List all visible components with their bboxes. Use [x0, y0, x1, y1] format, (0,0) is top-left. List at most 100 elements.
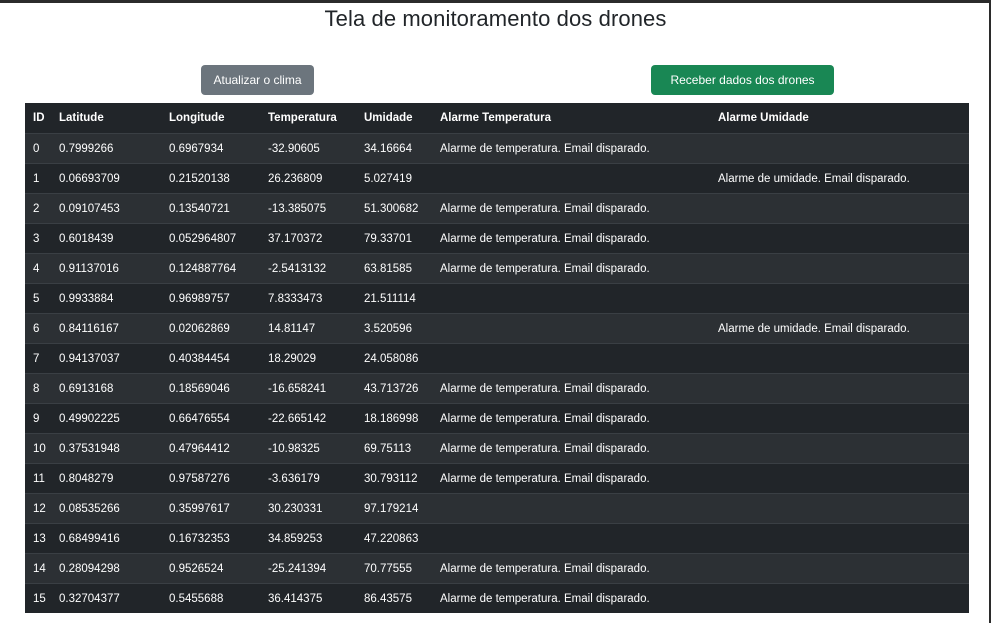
cell-humidity-alarm [710, 433, 969, 464]
cell-humidity-alarm: Alarme de umidade. Email disparado. [710, 163, 969, 194]
cell-temperature: 26.236809 [260, 163, 356, 194]
cell-longitude: 0.97587276 [161, 463, 260, 494]
cell-humidity-alarm [710, 583, 969, 613]
cell-latitude: 0.32704377 [51, 583, 161, 613]
cell-temperature-alarm: Alarme de temperatura. Email disparado. [432, 433, 710, 464]
header-latitude: Latitude [51, 103, 161, 134]
cell-humidity: 21.511114 [356, 283, 432, 314]
cell-humidity-alarm [710, 133, 969, 164]
cell-temperature: 30.230331 [260, 493, 356, 524]
cell-humidity-alarm: Alarme de umidade. Email disparado. [710, 313, 969, 344]
cell-temperature: -22.665142 [260, 403, 356, 434]
header-row: ID Latitude Longitude Temperatura Umidad… [25, 103, 969, 134]
top-border [0, 0, 991, 3]
table-row: 15 0.32704377 0.5455688 36.414375 86.43575 Al… [25, 583, 969, 613]
table-row: 3 0.6018439 0.052964807 37.170372 79.33701 Al… [25, 223, 969, 254]
header-id: ID [25, 103, 51, 134]
cell-longitude: 0.66476554 [161, 403, 260, 434]
cell-longitude: 0.47964412 [161, 433, 260, 464]
cell-temperature-alarm: Alarme de temperatura. Email disparado. [432, 223, 710, 254]
header-temperature-alarm: Alarme Temperatura [432, 103, 710, 134]
cell-longitude: 0.9526524 [161, 553, 260, 584]
cell-longitude: 0.96989757 [161, 283, 260, 314]
cell-humidity: 30.793112 [356, 463, 432, 494]
cell-temperature-alarm [432, 163, 710, 194]
cell-latitude: 0.84116167 [51, 313, 161, 344]
cell-humidity-alarm [710, 403, 969, 434]
cell-id: 14 [25, 553, 51, 584]
cell-humidity-alarm [710, 523, 969, 554]
cell-humidity-alarm [710, 343, 969, 374]
cell-temperature-alarm: Alarme de temperatura. Email disparado. [432, 463, 710, 494]
drone-table-container: ID Latitude Longitude Temperatura Umidad… [25, 103, 969, 613]
receive-drone-data-button[interactable]: Receber dados dos drones [651, 65, 834, 95]
cell-temperature-alarm [432, 523, 710, 554]
cell-id: 13 [25, 523, 51, 554]
cell-longitude: 0.124887764 [161, 253, 260, 284]
cell-temperature: 37.170372 [260, 223, 356, 254]
cell-humidity-alarm [710, 373, 969, 404]
cell-longitude: 0.13540721 [161, 193, 260, 224]
cell-humidity: 97.179214 [356, 493, 432, 524]
cell-humidity: 51.300682 [356, 193, 432, 224]
cell-temperature-alarm [432, 283, 710, 314]
cell-latitude: 0.06693709 [51, 163, 161, 194]
table-row: 1 0.06693709 0.21520138 26.236809 5.027419 Al… [25, 163, 969, 194]
monitoring-page: Tela de monitoramento dos drones Atualiz… [0, 0, 991, 623]
cell-longitude: 0.16732353 [161, 523, 260, 554]
cell-humidity-alarm [710, 223, 969, 254]
cell-temperature-alarm [432, 343, 710, 374]
cell-longitude: 0.21520138 [161, 163, 260, 194]
table-row: 13 0.68499416 0.16732353 34.859253 47.220863 [25, 523, 969, 554]
cell-latitude: 0.09107453 [51, 193, 161, 224]
cell-humidity: 69.75113 [356, 433, 432, 464]
table-row: 9 0.49902225 0.66476554 -22.665142 18.186998… [25, 403, 969, 434]
cell-id: 3 [25, 223, 51, 254]
cell-id: 0 [25, 133, 51, 164]
header-humidity-alarm: Alarme Umidade [710, 103, 969, 134]
cell-temperature: 14.81147 [260, 313, 356, 344]
cell-humidity: 70.77555 [356, 553, 432, 584]
cell-longitude: 0.40384454 [161, 343, 260, 374]
cell-latitude: 0.37531948 [51, 433, 161, 464]
cell-temperature-alarm: Alarme de temperatura. Email disparado. [432, 373, 710, 404]
cell-temperature: 18.29029 [260, 343, 356, 374]
cell-id: 1 [25, 163, 51, 194]
cell-humidity: 3.520596 [356, 313, 432, 344]
cell-humidity-alarm [710, 493, 969, 524]
cell-temperature-alarm: Alarme de temperatura. Email disparado. [432, 133, 710, 164]
cell-temperature: -2.5413132 [260, 253, 356, 284]
cell-temperature: 36.414375 [260, 583, 356, 613]
table-row: 0 0.7999266 0.6967934 -32.90605 34.16664 Alar… [25, 133, 969, 164]
cell-temperature-alarm: Alarme de temperatura. Email disparado. [432, 583, 710, 613]
cell-humidity: 79.33701 [356, 223, 432, 254]
cell-latitude: 0.68499416 [51, 523, 161, 554]
cell-humidity-alarm [710, 253, 969, 284]
cell-temperature: -32.90605 [260, 133, 356, 164]
cell-id: 6 [25, 313, 51, 344]
cell-id: 5 [25, 283, 51, 314]
cell-humidity: 47.220863 [356, 523, 432, 554]
cell-latitude: 0.28094298 [51, 553, 161, 584]
cell-temperature: -10.98325 [260, 433, 356, 464]
cell-temperature: 7.8333473 [260, 283, 356, 314]
cell-humidity-alarm [710, 283, 969, 314]
table-row: 5 0.9933884 0.96989757 7.8333473 21.511114 [25, 283, 969, 314]
cell-id: 7 [25, 343, 51, 374]
cell-humidity: 63.81585 [356, 253, 432, 284]
cell-humidity-alarm [710, 193, 969, 224]
update-weather-button[interactable]: Atualizar o clima [201, 65, 314, 95]
cell-humidity: 34.16664 [356, 133, 432, 164]
cell-longitude: 0.02062869 [161, 313, 260, 344]
cell-longitude: 0.6967934 [161, 133, 260, 164]
cell-humidity: 24.058086 [356, 343, 432, 374]
cell-latitude: 0.91137016 [51, 253, 161, 284]
cell-temperature-alarm: Alarme de temperatura. Email disparado. [432, 253, 710, 284]
cell-id: 8 [25, 373, 51, 404]
table-header: ID Latitude Longitude Temperatura Umidad… [25, 103, 969, 134]
cell-id: 11 [25, 463, 51, 494]
table-row: 2 0.09107453 0.13540721 -13.385075 51.300682… [25, 193, 969, 224]
cell-temperature-alarm [432, 493, 710, 524]
table-row: 7 0.94137037 0.40384454 18.29029 24.058086 [25, 343, 969, 374]
cell-latitude: 0.6913168 [51, 373, 161, 404]
